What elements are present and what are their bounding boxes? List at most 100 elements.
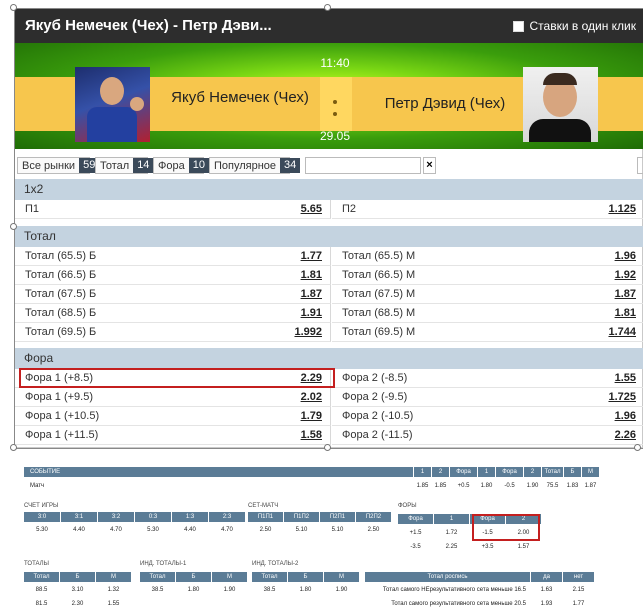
resize-handle[interactable] xyxy=(10,223,17,230)
event-odds-cell[interactable]: 1.87 xyxy=(582,480,599,492)
section-fora-header[interactable]: Фора xyxy=(15,348,643,369)
special-total-cell[interactable]: Тотал самого НЕрезультативного сета мень… xyxy=(365,584,530,596)
special-total-cell[interactable]: 1.77 xyxy=(563,598,594,610)
score-odds-cell[interactable]: 5.30 xyxy=(135,524,171,536)
event-odds-cell[interactable]: Матч xyxy=(24,480,413,492)
bet-option[interactable]: Тотал (69.5) Б 1.992 xyxy=(15,323,331,342)
totals-header: Б xyxy=(60,572,95,582)
one-click-toggle[interactable]: Ставки в один клик xyxy=(512,19,636,33)
setmatch-header: П1П1 xyxy=(248,512,283,522)
bet-option[interactable]: Фора 2 (-10.5) 1.96 xyxy=(332,407,643,426)
bet-option[interactable]: Тотал (66.5) М 1.92 xyxy=(332,266,643,285)
bet-option[interactable]: Фора 2 (-11.5) 2.26 xyxy=(332,426,643,445)
fory-odds-cell[interactable]: -3.5 xyxy=(398,541,433,553)
filter-fora[interactable]: Фора 10 xyxy=(153,157,209,174)
special-total-cell[interactable]: Тотал самого результативного сета меньше… xyxy=(365,598,530,610)
filter-popular[interactable]: Популярное 34 xyxy=(209,157,301,174)
ind-total1-odds-cell[interactable]: 38.5 xyxy=(140,584,175,596)
search-extra-field[interactable] xyxy=(637,157,643,174)
event-odds-cell[interactable]: 1.85 xyxy=(432,480,449,492)
setmatch-caption: СЕТ-МАТЧ xyxy=(248,503,279,509)
bet-option[interactable]: Фора 1 (+9.5) 2.02 xyxy=(15,388,331,407)
bet-option[interactable]: Тотал (65.5) Б 1.77 xyxy=(15,247,331,266)
special-total-cell[interactable]: 1.63 xyxy=(531,584,562,596)
resize-handle[interactable] xyxy=(324,4,331,11)
section-1x2-header[interactable]: 1x2 xyxy=(15,179,643,200)
score-header: 1:3 xyxy=(172,512,208,522)
ind-total1-odds-cell[interactable]: 1.80 xyxy=(176,584,211,596)
special-total-cell[interactable]: 1.93 xyxy=(531,598,562,610)
bet-option[interactable]: Тотал (67.5) М 1.87 xyxy=(332,285,643,304)
event-table-header: 1 xyxy=(414,467,431,477)
setmatch-odds-cell[interactable]: 2.50 xyxy=(356,524,391,536)
fory-odds-cell[interactable]: +1.5 xyxy=(398,527,433,539)
filter-total[interactable]: Тотал 14 xyxy=(95,157,154,174)
bet-p1[interactable]: П1 5.65 xyxy=(15,200,331,219)
widget-titlebar: Якуб Немечек (Чех) - Петр Дэви... Ставки… xyxy=(15,9,643,43)
fory-odds-cell[interactable]: +3.5 xyxy=(470,541,505,553)
market-row: Тотал (65.5) Б 1.77 Тотал (65.5) М 1.96 xyxy=(15,247,643,266)
bet-option[interactable]: Тотал (65.5) М 1.96 xyxy=(332,247,643,266)
bet-option[interactable]: Фора 1 (+10.5) 1.79 xyxy=(15,407,331,426)
totals-odds-cell[interactable]: 88.5 xyxy=(24,584,59,596)
totals-odds-cell[interactable]: 1.55 xyxy=(96,598,131,610)
bet-option[interactable]: Фора 2 (-8.5) 1.55 xyxy=(332,369,643,388)
bet-option[interactable]: Фора 2 (-9.5) 1.725 xyxy=(332,388,643,407)
fory-odds-cell[interactable]: 1.57 xyxy=(506,541,541,553)
event-table-header: 2 xyxy=(432,467,449,477)
score-header: 3:1 xyxy=(61,512,97,522)
score-header: 0:3 xyxy=(135,512,171,522)
score-odds-cell[interactable]: 4.40 xyxy=(172,524,208,536)
bet-option[interactable]: Тотал (67.5) Б 1.87 xyxy=(15,285,331,304)
market-search-input[interactable] xyxy=(305,157,421,174)
bet-p2[interactable]: П2 1.125 xyxy=(332,200,643,219)
event-odds-cell[interactable]: 1.83 xyxy=(564,480,581,492)
one-click-checkbox[interactable] xyxy=(512,20,524,32)
fory-odds-cell[interactable]: 1.72 xyxy=(434,527,469,539)
event-odds-cell[interactable]: +0.5 xyxy=(450,480,477,492)
bet-option[interactable]: Тотал (68.5) М 1.81 xyxy=(332,304,643,323)
event-table-header: Фора xyxy=(450,467,477,477)
event-table-header: СОБЫТИЕ xyxy=(24,467,413,477)
player1-name: Якуб Немечек (Чех) xyxy=(171,89,309,106)
bet-option[interactable]: Тотал (68.5) Б 1.91 xyxy=(15,304,331,323)
ind-total1-odds-cell[interactable]: 1.90 xyxy=(212,584,247,596)
totals-odds-cell[interactable]: 81.5 xyxy=(24,598,59,610)
fory-odds-cell[interactable]: 2.25 xyxy=(434,541,469,553)
resize-handle[interactable] xyxy=(10,444,17,451)
ind-total2-odds-cell[interactable]: 1.80 xyxy=(288,584,323,596)
event-odds-cell[interactable]: 75.5 xyxy=(542,480,563,492)
event-table-header: Б xyxy=(564,467,581,477)
totals-caption: ТОТАЛЫ xyxy=(24,561,49,567)
ind-total1-header: Тотал xyxy=(140,572,175,582)
ind-total2-odds-cell[interactable]: 1.90 xyxy=(324,584,359,596)
ind-total2-odds-cell[interactable]: 38.5 xyxy=(252,584,287,596)
score-odds-cell[interactable]: 5.30 xyxy=(24,524,60,536)
search-clear-icon[interactable]: × xyxy=(423,157,436,174)
totals-odds-cell[interactable]: 1.32 xyxy=(96,584,131,596)
bet-option[interactable]: Тотал (66.5) Б 1.81 xyxy=(15,266,331,285)
totals-odds-cell[interactable]: 2.30 xyxy=(60,598,95,610)
score-odds-cell[interactable]: 4.70 xyxy=(209,524,245,536)
setmatch-odds-cell[interactable]: 2.50 xyxy=(248,524,283,536)
match-banner: 11:40 29.05 Якуб Немечек (Чех) Петр Дэви… xyxy=(15,43,643,149)
bet-option[interactable]: Тотал (69.5) М 1.744 xyxy=(332,323,643,342)
event-odds-cell[interactable]: 1.90 xyxy=(524,480,541,492)
totals-odds-cell[interactable]: 3.10 xyxy=(60,584,95,596)
setmatch-header: П2П2 xyxy=(356,512,391,522)
event-odds-cell[interactable]: 1.80 xyxy=(478,480,495,492)
setmatch-odds-cell[interactable]: 5.10 xyxy=(284,524,319,536)
player2-name: Петр Дэвид (Чех) xyxy=(384,95,506,112)
bet-option[interactable]: Фора 1 (+11.5) 1.58 xyxy=(15,426,331,445)
score-odds-cell[interactable]: 4.40 xyxy=(61,524,97,536)
score-odds-cell[interactable]: 4.70 xyxy=(98,524,134,536)
event-odds-cell[interactable]: -0.5 xyxy=(496,480,523,492)
filter-all-markets[interactable]: Все рынки 59 xyxy=(17,157,100,174)
event-odds-cell[interactable]: 1.85 xyxy=(414,480,431,492)
setmatch-odds-cell[interactable]: 5.10 xyxy=(320,524,355,536)
resize-handle[interactable] xyxy=(324,444,331,451)
special-total-cell[interactable]: 2.15 xyxy=(563,584,594,596)
resize-handle[interactable] xyxy=(634,444,641,451)
resize-handle[interactable] xyxy=(10,4,17,11)
section-total-header[interactable]: Тотал xyxy=(15,226,643,247)
